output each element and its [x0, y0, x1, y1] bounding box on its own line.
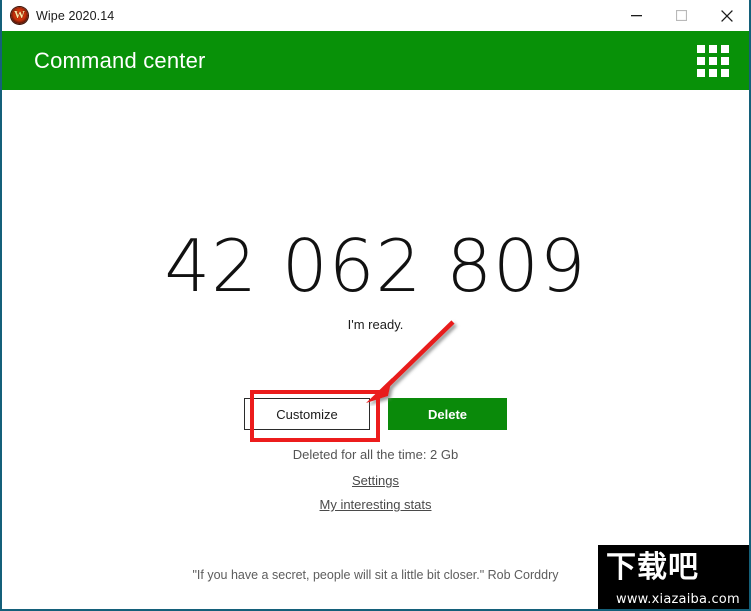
main-content: 42 062 809 I'm ready. Customize Delete D… [2, 90, 749, 609]
grid-cell [697, 44, 705, 53]
page-title: Command center [34, 47, 206, 73]
close-button[interactable] [704, 0, 749, 31]
grid-cell [709, 56, 717, 65]
grid-cell [709, 44, 717, 53]
junk-files-counter: 42 062 809 [164, 224, 587, 308]
minimize-icon [631, 15, 642, 17]
minimize-button[interactable] [614, 0, 659, 31]
grid-menu-icon[interactable] [696, 44, 730, 77]
window-title: Wipe 2020.14 [36, 8, 115, 23]
grid-cell [697, 68, 705, 77]
header-bar: Command center [2, 31, 749, 90]
grid-cell [721, 68, 729, 77]
maximize-button[interactable] [659, 0, 704, 31]
grid-cell [721, 56, 729, 65]
action-button-row: Customize Delete [2, 398, 749, 430]
close-icon [720, 9, 733, 22]
watermark-logo: 下载吧 [606, 550, 699, 585]
customize-button[interactable]: Customize [244, 398, 370, 430]
stats-link-row: My interesting stats [2, 496, 749, 514]
window-controls [614, 0, 749, 31]
wipe-logo-letter: W [14, 9, 25, 21]
grid-cell [697, 56, 705, 65]
settings-link-row: Settings [2, 472, 749, 490]
app-window: W Wipe 2020.14 Command center 42 062 809… [0, 0, 751, 611]
settings-link[interactable]: Settings [352, 473, 399, 488]
watermark: 下载吧 www.xiazaiba.com [598, 545, 749, 609]
maximize-icon [676, 10, 687, 21]
delete-button[interactable]: Delete [388, 398, 507, 430]
wipe-logo-icon: W [11, 7, 28, 24]
deleted-total-label: Deleted for all the time: 2 Gb [292, 447, 459, 462]
status-text: I'm ready. [347, 317, 404, 332]
my-interesting-stats-link[interactable]: My interesting stats [320, 497, 432, 512]
title-bar: W Wipe 2020.14 [2, 0, 749, 31]
grid-cell [721, 44, 729, 53]
watermark-url: www.xiazaiba.com [616, 592, 740, 607]
grid-cell [709, 68, 717, 77]
